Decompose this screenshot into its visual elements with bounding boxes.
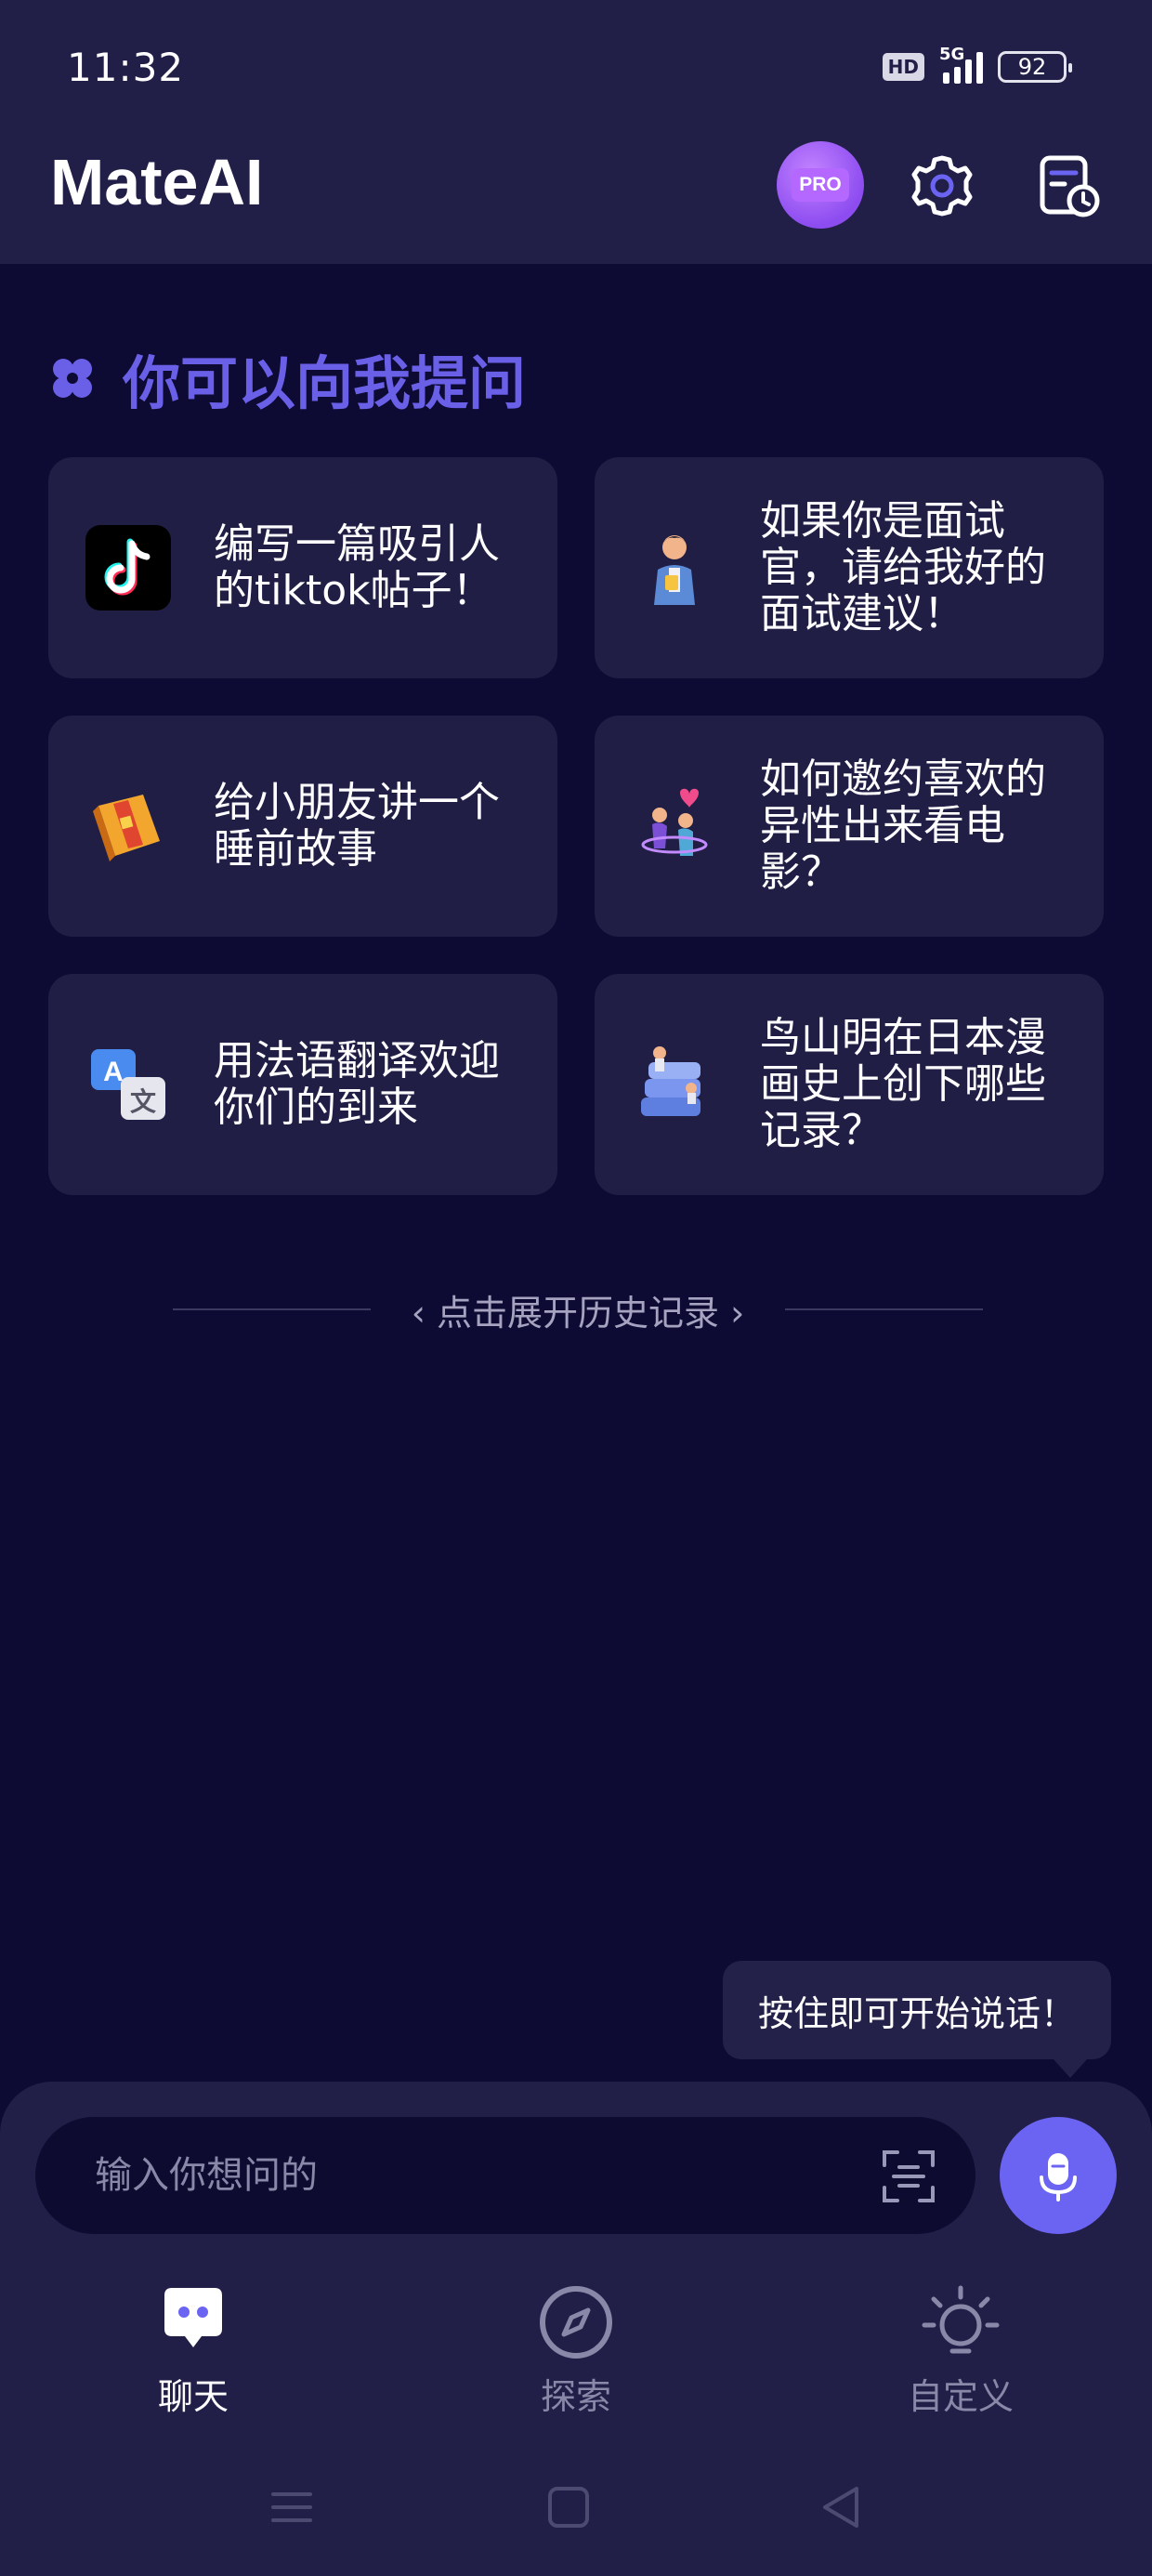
prompt-card[interactable]: 给小朋友讲一个睡前故事	[48, 716, 557, 937]
prompt-card[interactable]: 鸟山明在日本漫画史上创下哪些记录？	[595, 974, 1104, 1195]
tab-customize[interactable]: 自定义	[868, 2282, 1054, 2419]
app-title: MateAI	[50, 146, 264, 218]
clover-icon	[53, 359, 92, 398]
history-log-button[interactable]	[1033, 151, 1104, 221]
pro-button[interactable]: PRO	[777, 141, 864, 229]
prompts-title: 你可以向我提问	[123, 349, 527, 417]
message-input[interactable]	[95, 2154, 838, 2197]
prompt-card[interactable]: 如果你是面试官，请给我好的面试建议！	[595, 457, 1104, 678]
svg-text:文: 文	[130, 1086, 156, 1117]
status-icons: HD 5G 92	[882, 45, 1072, 84]
prompt-grid: 编写一篇吸引人的tiktok帖子！ 如果你是面试官，请给我好的面试建议！ 给小朋…	[48, 457, 1104, 1195]
storybook-icon	[85, 783, 171, 869]
message-input-container	[35, 2117, 975, 2234]
divider-left	[173, 1308, 371, 1310]
voice-hint-text: 按住即可开始说话！	[757, 1992, 1076, 2034]
voice-hint-tooltip: 按住即可开始说话！	[723, 1961, 1111, 2078]
tab-customize-label: 自定义	[907, 2376, 1014, 2417]
prompt-card-text: 如果你是面试官，请给我好的面试建议！	[760, 497, 1046, 637]
tiktok-icon	[85, 525, 171, 611]
hd-badge: HD	[882, 53, 924, 81]
prompt-card[interactable]: A 文 用法语翻译欢迎你们的到来	[48, 974, 557, 1195]
tab-explore[interactable]: 探索	[483, 2282, 669, 2419]
history-expand-label: ‹ 点击展开历史记录 ›	[411, 1292, 745, 1334]
prompts-heading: 你可以向我提问	[48, 336, 526, 420]
prompt-card[interactable]: 如何邀约喜欢的异性出来看电影？	[595, 716, 1104, 937]
divider-right	[785, 1308, 983, 1310]
interviewer-icon	[632, 525, 717, 611]
svg-text:A: A	[103, 1057, 124, 1087]
gear-icon	[911, 155, 973, 217]
top-bar	[0, 0, 1152, 264]
prompt-card-text: 给小朋友讲一个睡前故事	[214, 779, 500, 873]
voice-input-button[interactable]	[1000, 2117, 1117, 2234]
battery-icon: 92	[998, 51, 1072, 83]
tab-chat-label: 聊天	[157, 2376, 229, 2417]
prompt-card-text: 如何邀约喜欢的异性出来看电影？	[760, 756, 1046, 896]
system-menu-button[interactable]	[264, 2479, 320, 2535]
compass-icon	[540, 2286, 612, 2359]
signal-icon: 5G	[939, 45, 983, 84]
microphone-icon	[1040, 2153, 1077, 2201]
scan-icon[interactable]	[879, 2147, 938, 2206]
prompt-card-text: 编写一篇吸引人的tiktok帖子！	[214, 520, 500, 614]
prompt-card-text: 用法语翻译欢迎你们的到来	[214, 1037, 500, 1131]
system-home-button[interactable]	[541, 2479, 596, 2535]
couple-icon	[632, 783, 717, 869]
settings-button[interactable]	[907, 151, 977, 221]
status-time: 11:32	[67, 45, 185, 90]
back-triangle-icon	[823, 2487, 858, 2528]
chat-bot-icon	[164, 2288, 222, 2347]
lightbulb-icon	[922, 2285, 1000, 2354]
pro-label: PRO	[792, 168, 849, 202]
books-icon	[632, 1042, 717, 1127]
history-expand-link[interactable]: ‹ 点击展开历史记录 ›	[173, 1286, 983, 1334]
battery-level: 92	[1017, 54, 1047, 80]
tab-chat[interactable]: 聊天	[100, 2282, 286, 2419]
menu-icon	[271, 2492, 312, 2522]
prompt-card[interactable]: 编写一篇吸引人的tiktok帖子！	[48, 457, 557, 678]
network-label: 5G	[939, 45, 965, 64]
translate-icon: A 文	[85, 1042, 171, 1127]
history-clock-icon	[1040, 155, 1100, 217]
tab-explore-label: 探索	[540, 2376, 611, 2417]
prompt-card-text: 鸟山明在日本漫画史上创下哪些记录？	[760, 1014, 1046, 1154]
system-back-button[interactable]	[814, 2479, 870, 2535]
home-square-icon	[548, 2487, 589, 2528]
